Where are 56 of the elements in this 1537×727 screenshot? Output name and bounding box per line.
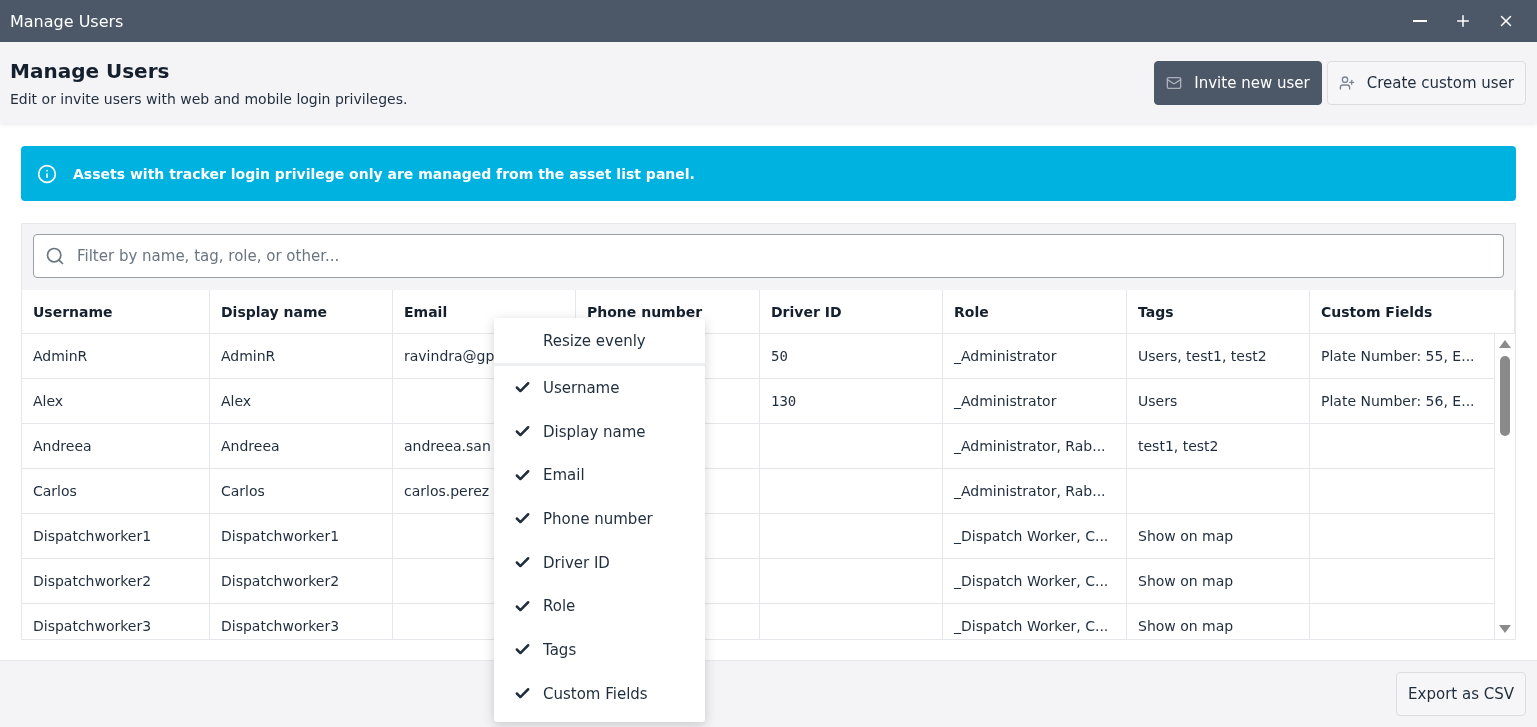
table-cell: Andreea xyxy=(22,424,210,469)
column-header[interactable]: Role xyxy=(943,290,1127,334)
scroll-up-icon[interactable] xyxy=(1499,340,1511,348)
info-icon xyxy=(37,163,57,184)
table-cell: Dispatchworker2 xyxy=(210,559,393,604)
table-cell: Dispatchworker1 xyxy=(22,514,210,559)
column-header[interactable]: Custom Fields xyxy=(1310,290,1515,334)
scroll-thumb[interactable] xyxy=(1500,356,1510,436)
table-cell: _Dispatch Worker, C... xyxy=(943,514,1127,559)
table-cell: Dispatchworker2 xyxy=(22,559,210,604)
minus-icon xyxy=(1412,20,1427,22)
page-subtitle: Edit or invite users with web and mobile login privileges. xyxy=(10,90,409,107)
export-button[interactable]: Export as CSV xyxy=(1396,672,1526,716)
table-cell: 50 xyxy=(760,334,943,379)
invite-button[interactable]: Invite new user xyxy=(1154,60,1322,105)
table-cell: Users xyxy=(1127,379,1310,424)
table-cell: Show on map xyxy=(1127,604,1310,639)
table-cell: Carlos xyxy=(22,469,210,514)
search-icon xyxy=(45,246,65,266)
table-cell: Users, test1, test2 xyxy=(1127,334,1310,379)
table-cell: Alex xyxy=(210,379,393,424)
table-cell: _Dispatch Worker, C... xyxy=(943,604,1127,639)
table-cell: _Administrator xyxy=(943,334,1127,379)
table-cell: Carlos xyxy=(210,469,393,514)
table-cell: Show on map xyxy=(1127,514,1310,559)
table-cell: Andreea xyxy=(210,424,393,469)
mail-icon xyxy=(1166,74,1183,91)
table-cell: _Administrator, Rab... xyxy=(943,469,1127,514)
window-title: Manage Users xyxy=(10,11,125,31)
table-cell: test1, test2 xyxy=(1127,424,1310,469)
column-header[interactable]: Display name xyxy=(210,290,393,334)
table-cell: Dispatchworker3 xyxy=(210,604,393,639)
create-user-button[interactable]: Create custom user xyxy=(1326,60,1526,105)
table-cell: 130 xyxy=(760,379,943,424)
menu-item[interactable]: Tags xyxy=(494,628,705,672)
column-header[interactable]: Driver ID xyxy=(760,290,943,334)
menu-item[interactable]: Custom Fields xyxy=(494,671,705,716)
table-cell: _Administrator, Rab... xyxy=(943,424,1127,469)
search-field[interactable]: Filter by name, tag, role, or other... xyxy=(33,234,1504,278)
table-cell: _Administrator xyxy=(943,379,1127,424)
column-header[interactable]: Username xyxy=(22,290,210,334)
page-title: Manage Users xyxy=(10,58,171,83)
scroll-down-icon[interactable] xyxy=(1499,625,1511,633)
table-cell: Dispatchworker3 xyxy=(22,604,210,639)
menu-item[interactable]: Role xyxy=(494,584,705,629)
table-cell: Alex xyxy=(22,379,210,424)
user-plus-icon xyxy=(1338,74,1355,91)
table-cell: AdminR xyxy=(210,334,393,379)
table-cell: AdminR xyxy=(22,334,210,379)
table-cell: Show on map xyxy=(1127,559,1310,604)
menu-item[interactable]: Driver ID xyxy=(494,540,705,585)
table-cell: _Dispatch Worker, C... xyxy=(943,559,1127,604)
table-cell: Dispatchworker1 xyxy=(210,514,393,559)
resize-evenly-item[interactable]: Resize evenly xyxy=(494,324,705,366)
banner-text: Assets with tracker login privilege only are managed from the asset list panel. xyxy=(73,165,695,182)
column-header[interactable]: Tags xyxy=(1127,290,1310,334)
